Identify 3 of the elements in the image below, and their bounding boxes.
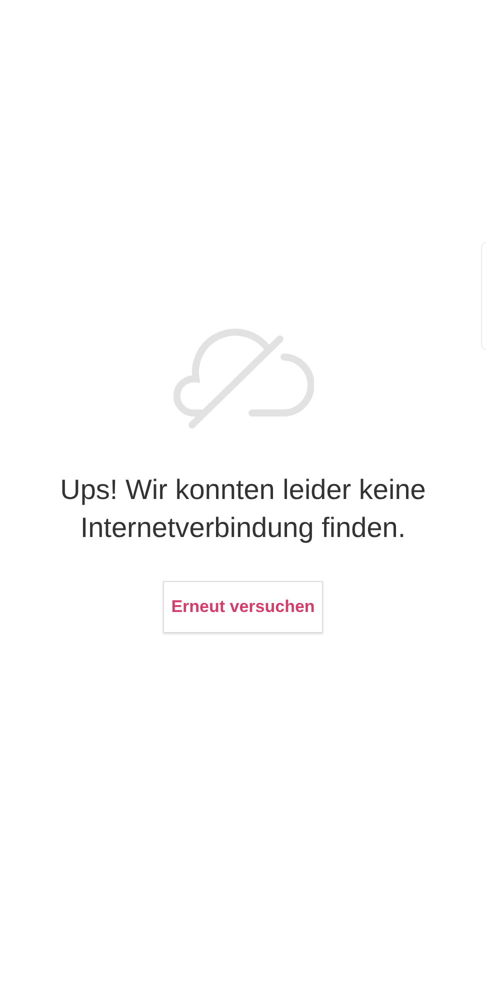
retry-button[interactable]: Erneut versuchen <box>163 581 323 633</box>
error-message: Ups! Wir konnten leider keine Internetverbindung finden. <box>59 473 427 545</box>
no-cloud-icon <box>172 327 314 431</box>
